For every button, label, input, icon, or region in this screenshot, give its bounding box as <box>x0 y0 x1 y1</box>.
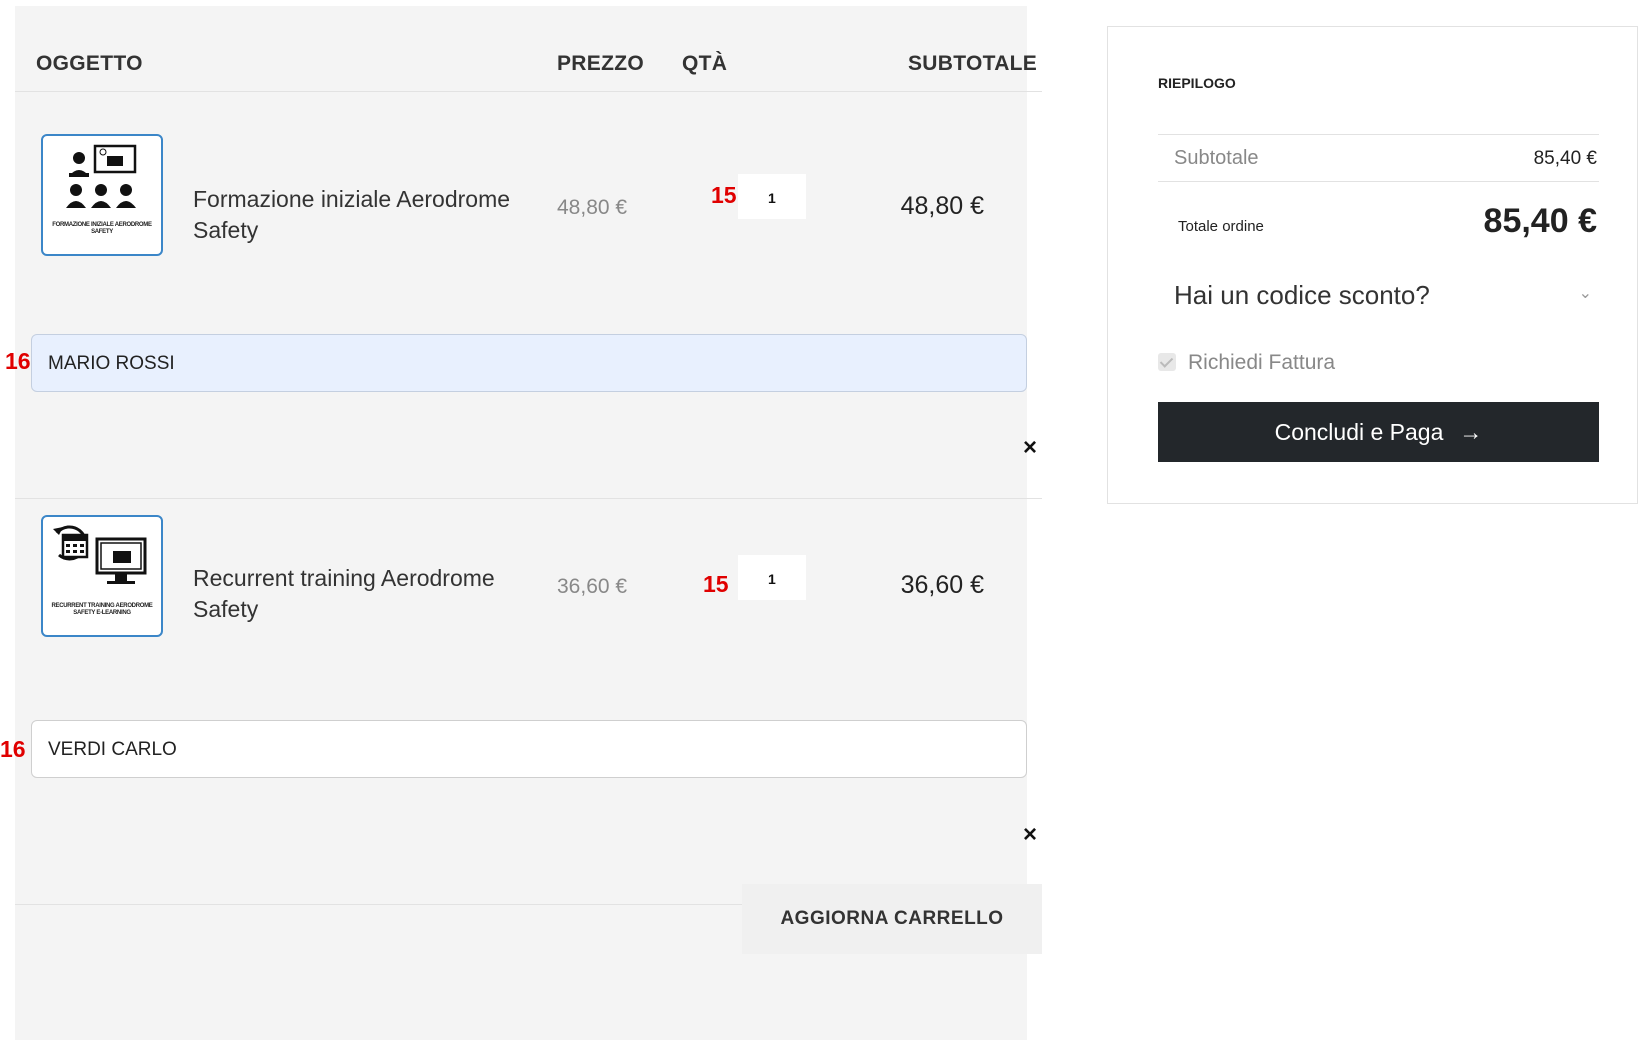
thumbnail-caption: RECURRENT TRAINING AERODROME SAFETY E-LE… <box>51 603 153 616</box>
attendee-name-field[interactable]: VERDI CARLO <box>31 720 1027 778</box>
remove-item-button[interactable]: × <box>1023 821 1037 849</box>
order-total-value: 85,40 € <box>1483 202 1597 240</box>
arrow-right-icon: → <box>1459 419 1483 445</box>
cart-item: FORMAZIONE INIZIALE AERODROME SAFETY For… <box>5 92 1042 499</box>
classroom-icon <box>66 144 137 208</box>
divider <box>1158 134 1599 135</box>
attendee-annotation-marker: 16 <box>0 736 26 762</box>
qty-annotation-marker: 15 <box>711 182 737 208</box>
summary-title: RIEPILOGO <box>1158 75 1236 91</box>
discount-code-toggle[interactable]: Hai un codice sconto? <box>1174 280 1430 311</box>
qty-annotation-marker: 15 <box>703 571 729 597</box>
product-price: 48,80 € <box>557 196 628 219</box>
product-name[interactable]: Recurrent training Aerodrome Safety <box>193 563 523 625</box>
checkout-pay-button[interactable]: Concludi e Paga → <box>1158 402 1599 462</box>
product-name[interactable]: Formazione iniziale Aerodrome Safety <box>193 184 523 246</box>
pay-button-label: Concludi e Paga <box>1274 419 1444 445</box>
update-cart-button[interactable]: AGGIORNA CARRELLO <box>742 884 1042 954</box>
remove-item-button[interactable]: × <box>1023 434 1037 462</box>
quantity-input[interactable]: 1 <box>738 174 806 219</box>
subtotal-label: Subtotale <box>1174 147 1259 169</box>
chevron-down-icon[interactable]: ⌄ <box>1579 283 1592 303</box>
header-subtotal: SUBTOTALE <box>908 52 1038 75</box>
request-invoice-checkbox[interactable]: Richiedi Fattura <box>1158 351 1335 375</box>
cart-table-header: OGGETTO PREZZO QTÀ SUBTOTALE <box>15 6 1042 92</box>
product-price: 36,60 € <box>557 575 628 598</box>
cart-item: RECURRENT TRAINING AERODROME SAFETY E-LE… <box>0 499 1042 905</box>
product-subtotal: 48,80 € <box>900 192 984 220</box>
cart-panel: OGGETTO PREZZO QTÀ SUBTOTALE FORMAZIONE … <box>0 6 1042 1040</box>
product-thumbnail[interactable]: RECURRENT TRAINING AERODROME SAFETY E-LE… <box>41 515 163 637</box>
product-subtotal: 36,60 € <box>900 571 984 599</box>
subtotal-value: 85,40 € <box>1533 148 1597 169</box>
order-total-label: Totale ordine <box>1178 218 1264 235</box>
header-qty: QTÀ <box>682 52 728 75</box>
attendee-name-field[interactable]: MARIO ROSSI <box>31 334 1027 392</box>
header-price: PREZZO <box>557 52 644 75</box>
thumbnail-caption: FORMAZIONE INIZIALE AERODROME SAFETY <box>52 222 152 235</box>
elearning-icon <box>53 525 147 584</box>
attendee-annotation-marker: 16 <box>5 348 31 374</box>
order-summary: RIEPILOGO Subtotale 85,40 € Totale ordin… <box>1107 26 1638 504</box>
divider <box>1158 181 1599 182</box>
header-item: OGGETTO <box>36 52 143 75</box>
quantity-input[interactable]: 1 <box>738 555 806 600</box>
checkbox-icon[interactable] <box>1158 353 1176 371</box>
product-thumbnail[interactable]: FORMAZIONE INIZIALE AERODROME SAFETY <box>41 134 163 256</box>
request-invoice-label: Richiedi Fattura <box>1188 351 1336 374</box>
